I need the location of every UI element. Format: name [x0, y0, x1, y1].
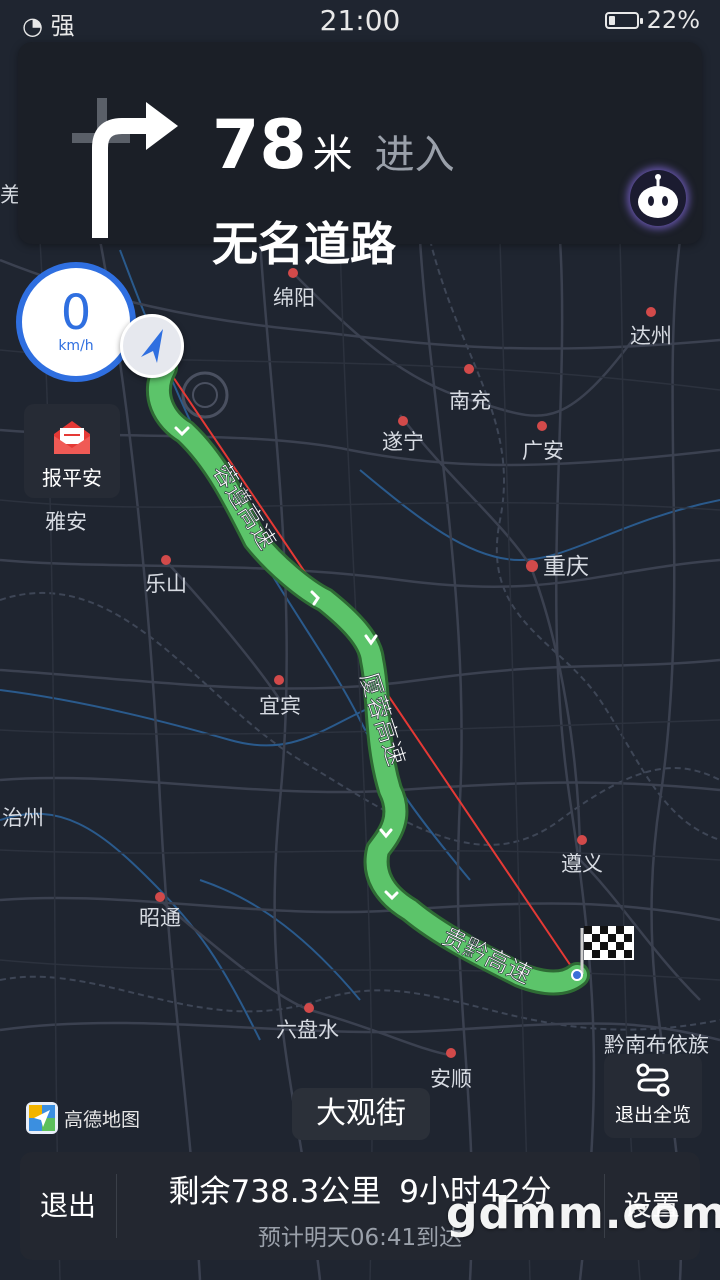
report-safety-button[interactable]: 报平安	[24, 404, 120, 498]
distance-line: 78 米进入	[212, 106, 455, 185]
turn-right-icon	[72, 98, 178, 238]
battery-indicator: 22%	[604, 6, 700, 34]
watermark: gdmm.com	[446, 1188, 720, 1239]
svg-text:宜宾: 宜宾	[259, 694, 301, 718]
app-logo: 高德地图	[26, 1102, 140, 1134]
svg-text:绵阳: 绵阳	[273, 286, 315, 310]
current-location-marker	[120, 314, 184, 378]
svg-text:昭通: 昭通	[139, 906, 181, 930]
svg-text:南充: 南充	[449, 389, 491, 413]
city-zhizhou: 治州	[2, 806, 44, 830]
exit-navigation-button[interactable]: 退出	[20, 1152, 116, 1260]
amap-logo-icon	[26, 1102, 58, 1134]
guidance-panel[interactable]: 78 米进入 无名道路	[18, 42, 702, 271]
svg-text:乐山: 乐山	[145, 572, 187, 596]
speed-value: 0	[60, 285, 92, 341]
remaining-distance: 剩余738.3公里	[168, 1174, 382, 1210]
svg-text:雅安: 雅安	[45, 510, 87, 534]
battery-icon	[604, 11, 643, 29]
route-overview-icon	[636, 1063, 670, 1097]
battery-percent: 22%	[646, 6, 700, 34]
current-street-name: 大观街	[292, 1088, 430, 1140]
svg-text:重庆: 重庆	[543, 554, 589, 580]
status-bar: ◔ 强 21:00 22%	[0, 0, 720, 40]
svg-text:遂宁: 遂宁	[382, 430, 424, 454]
distance-action: 进入	[374, 132, 455, 178]
svg-text:广安: 广安	[522, 439, 564, 463]
navigation-arrow-icon	[141, 329, 163, 363]
svg-text:六盘水: 六盘水	[276, 1018, 339, 1042]
svg-text:达州: 达州	[630, 324, 672, 348]
svg-text:安顺: 安顺	[430, 1067, 472, 1091]
app-logo-text: 高德地图	[64, 1108, 141, 1131]
speedometer: 0 km/h	[16, 262, 136, 382]
voice-assistant-button[interactable]	[630, 170, 686, 226]
exit-overview-label: 退出全览	[614, 1104, 691, 1126]
distance-unit: 米	[312, 132, 353, 178]
report-safety-label: 报平安	[42, 466, 102, 490]
speed-unit: km/h	[58, 338, 94, 354]
assistant-face-icon	[638, 174, 678, 218]
next-road-name: 无名道路	[212, 217, 396, 271]
envelope-icon	[54, 421, 90, 454]
exit-overview-button[interactable]: 退出全览	[604, 1054, 702, 1138]
distance-value: 78	[212, 106, 307, 185]
navigation-screen: 绵阳 达州 南充 遂宁 广安 雅安 重庆 乐山 宜宾 遵义 昭通 六盘水 安顺 …	[0, 0, 720, 1280]
svg-text:遵义: 遵义	[561, 852, 603, 876]
